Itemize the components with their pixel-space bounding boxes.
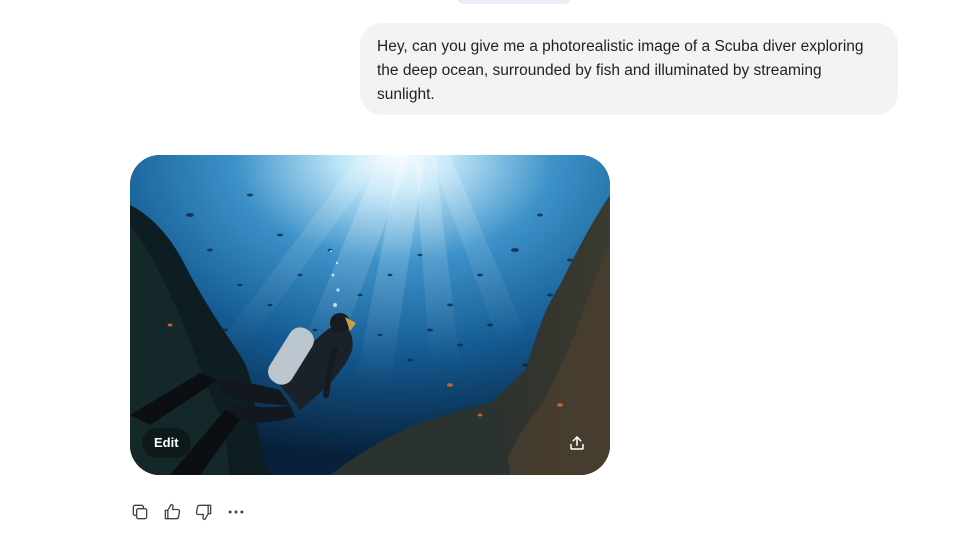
generated-image[interactable] [130, 155, 610, 475]
more-options-button[interactable] [224, 498, 248, 526]
copy-button[interactable] [128, 498, 152, 526]
more-options-icon [228, 510, 244, 514]
share-upload-icon [570, 436, 584, 450]
user-message-bubble: Hey, can you give me a photorealistic im… [360, 23, 898, 115]
message-action-bar [128, 498, 248, 526]
user-message-text: Hey, can you give me a photorealistic im… [377, 38, 864, 103]
thumbs-up-icon [164, 503, 181, 520]
copy-icon [132, 504, 148, 520]
top-scroll-indicator [458, 0, 570, 4]
share-button[interactable] [562, 428, 592, 458]
edit-image-button[interactable]: Edit [142, 428, 191, 458]
underwater-scene-image [130, 155, 610, 475]
thumbs-up-button[interactable] [160, 498, 184, 526]
thumbs-down-button[interactable] [192, 498, 216, 526]
thumbs-down-icon [195, 504, 212, 521]
